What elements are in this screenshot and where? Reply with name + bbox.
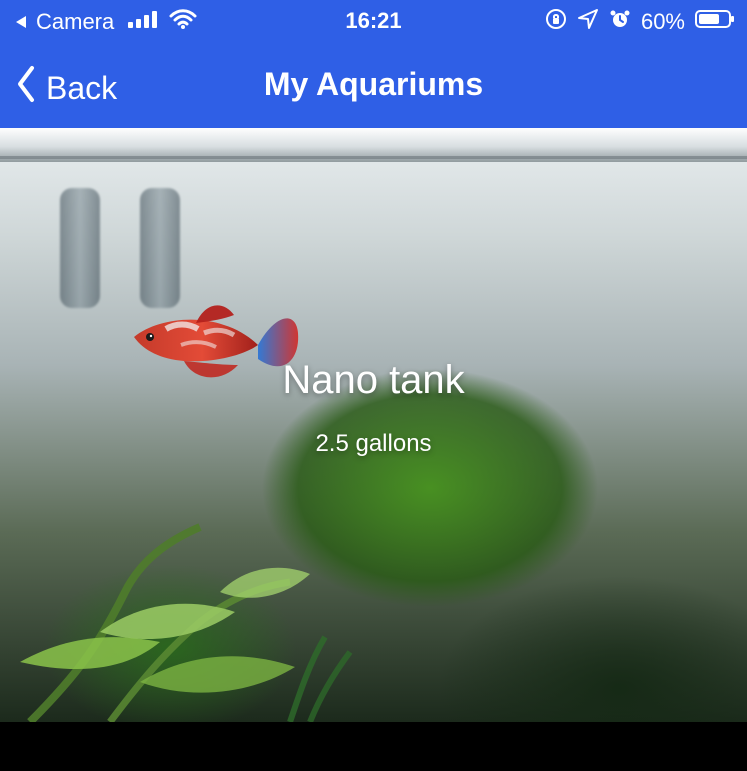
battery-percent: 60%: [640, 9, 685, 34]
foreground-plants: [20, 523, 353, 722]
status-bar: Camera 16:21 60%: [0, 0, 747, 42]
battery-icon: [695, 8, 735, 36]
aquarium-card[interactable]: Nano tank 2.5 gallons: [0, 128, 747, 722]
filter-pipe: [60, 188, 100, 308]
tank-rim-line: [0, 156, 747, 159]
aquarium-overlay: Nano tank 2.5 gallons: [0, 358, 747, 458]
screen: Camera 16:21 60% Back My Aquariums Nano …: [0, 0, 747, 771]
screen-rotation-lock-icon: [545, 8, 567, 36]
bottom-bar: [0, 722, 747, 771]
filter-pipes: [60, 188, 200, 308]
filter-pipe: [140, 188, 180, 308]
navigation-bar: Back My Aquariums: [0, 54, 747, 118]
page-title: My Aquariums: [263, 66, 484, 102]
header: Camera 16:21 60% Back My Aquariums: [0, 0, 747, 128]
aquarium-volume: 2.5 gallons: [315, 430, 432, 457]
location-arrow-icon: [577, 8, 599, 36]
status-right: 60%: [545, 8, 735, 36]
alarm-clock-icon: [609, 8, 631, 36]
aquarium-name: Nano tank: [282, 358, 465, 402]
